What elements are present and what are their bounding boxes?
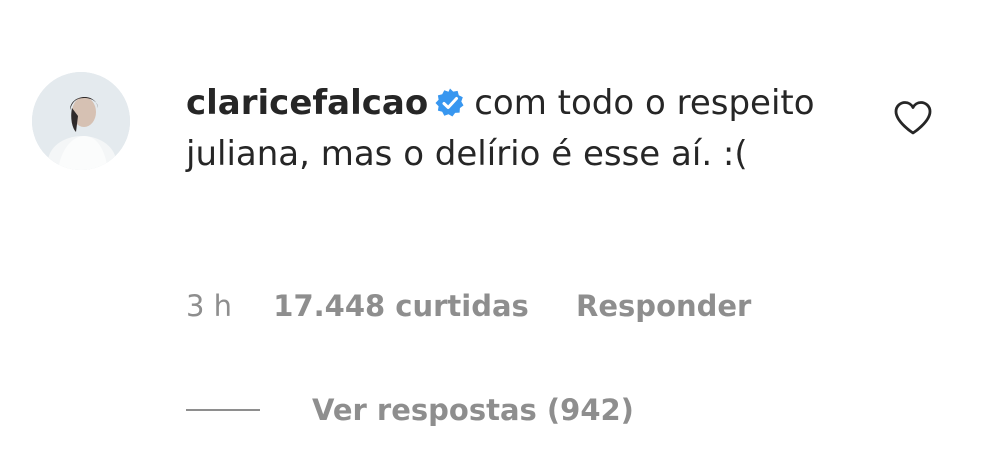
heart-outline-icon[interactable]: [893, 100, 933, 136]
avatar-photo: [32, 72, 130, 170]
verified-badge-icon: [434, 87, 466, 119]
comment-timestamp: 3 h: [186, 289, 233, 323]
view-replies-button[interactable]: Ver respostas (942): [186, 390, 634, 430]
comment-meta: 3 h 17.448 curtidas Responder: [186, 286, 751, 326]
reply-button[interactable]: Responder: [576, 286, 751, 326]
avatar[interactable]: [32, 72, 130, 170]
replies-divider-line: [186, 409, 260, 411]
likes-count-button[interactable]: 17.448 curtidas: [273, 286, 529, 326]
comment-screenshot: claricefalcao com todo o respeito julian…: [0, 0, 1000, 450]
view-replies-label: Ver respostas (942): [312, 393, 634, 427]
comment-body: claricefalcao com todo o respeito julian…: [186, 78, 826, 180]
comment-username[interactable]: claricefalcao: [186, 83, 428, 123]
